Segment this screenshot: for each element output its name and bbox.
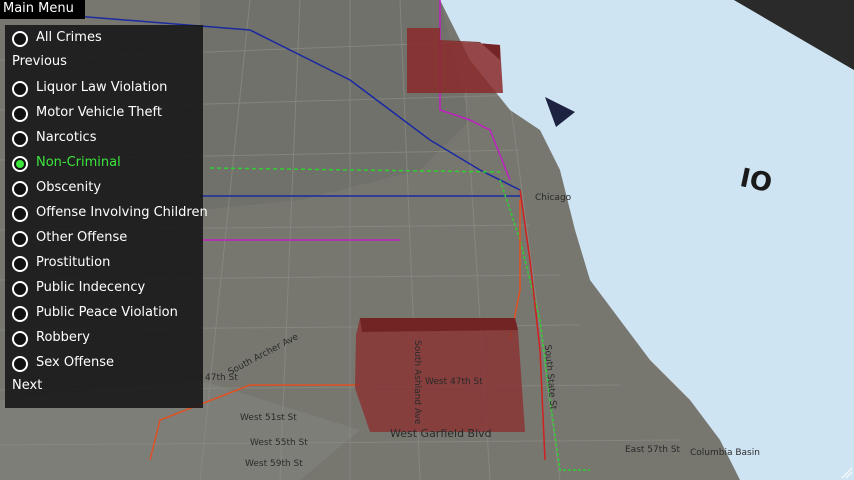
svg-text:South Ashland Ave: South Ashland Ave [412,340,422,425]
radio-icon[interactable] [12,106,28,122]
svg-text:East 57th St: East 57th St [625,445,681,455]
filter-item[interactable]: Liquor Law Violation [5,77,203,99]
svg-text:West Garfield Blvd: West Garfield Blvd [390,427,492,440]
filter-label: Public Peace Violation [36,305,178,320]
radio-icon[interactable] [12,81,28,97]
filter-all-crimes[interactable]: All Crimes [5,27,203,49]
filter-item[interactable]: Obscenity [5,177,203,199]
next-button[interactable]: Next [12,375,42,397]
filter-label: Robbery [36,330,90,345]
radio-icon[interactable] [12,256,28,272]
radio-icon[interactable] [12,206,28,222]
crime-column-south[interactable] [355,318,525,432]
filter-label: Liquor Law Violation [36,80,168,95]
filter-label: Public Indecency [36,280,146,295]
filter-label: Other Offense [36,230,128,245]
crime-filter-panel: All Crimes Previous Liquor Law Violation… [5,25,208,408]
radio-icon[interactable] [12,356,28,372]
filter-label: Non-Criminal [36,155,121,170]
filter-item[interactable]: Public Indecency [5,277,203,299]
filter-item[interactable]: Public Peace Violation [5,302,203,324]
filter-item[interactable]: Robbery [5,327,203,349]
svg-text:Columbia Basin: Columbia Basin [690,448,760,458]
filter-item[interactable]: Other Offense [5,227,203,249]
radio-icon[interactable] [12,281,28,297]
radio-icon[interactable] [12,231,28,247]
svg-text:West 47th St: West 47th St [425,377,483,387]
radio-icon[interactable] [12,31,28,47]
filter-label: Offense Involving Children [36,205,208,220]
radio-icon[interactable] [12,131,28,147]
filter-label: Narcotics [36,130,97,145]
filter-label: Motor Vehicle Theft [36,105,162,120]
filter-label: Prostitution [36,255,111,270]
radio-icon[interactable] [12,331,28,347]
main-menu-button[interactable]: Main Menu [0,0,85,19]
svg-text:47th St: 47th St [205,373,238,383]
filter-item[interactable]: Offense Involving Children [5,202,208,224]
filter-item[interactable]: Motor Vehicle Theft [5,102,203,124]
svg-text:West 55th St: West 55th St [250,438,308,448]
filter-item[interactable]: Narcotics [5,127,203,149]
radio-icon[interactable] [12,181,28,197]
filter-label: All Crimes [36,30,102,45]
svg-text:West 51st St: West 51st St [240,413,297,423]
svg-text:West 59th St: West 59th St [245,459,303,469]
previous-button[interactable]: Previous [12,51,67,73]
radio-icon[interactable] [12,306,28,322]
svg-text:Chicago: Chicago [535,193,572,203]
filter-item[interactable]: Prostitution [5,252,203,274]
filter-item[interactable]: Sex Offense [5,352,203,374]
radio-selected-icon[interactable] [12,156,28,172]
filter-label: Sex Offense [36,355,115,370]
filter-label: Obscenity [36,180,102,195]
filter-item[interactable]: Non-Criminal [5,152,203,174]
